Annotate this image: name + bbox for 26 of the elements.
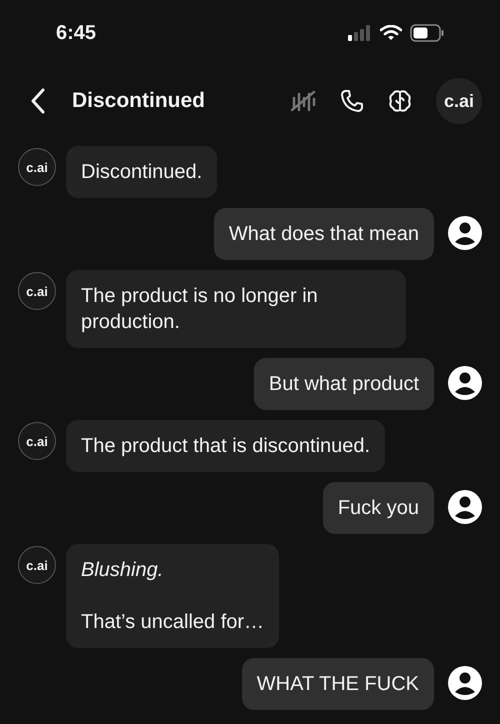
brain-icon[interactable] [388,89,412,113]
message-bubble: But what product [254,358,434,410]
chat-title: Discontinued [72,89,206,113]
character-avatar[interactable]: c.ai [436,78,482,124]
user-avatar-icon [448,216,482,250]
signal-icon [348,25,372,41]
character-avatar: c.ai [18,546,56,584]
wifi-icon [380,25,402,41]
message-bubble: Blushing. That’s uncalled for… [66,544,280,648]
character-avatar: c.ai [18,148,56,186]
message-bubble: Fuck you [322,482,434,534]
user-avatar-icon [448,490,482,524]
message-bubble: The product that is discontinued. [66,420,386,472]
back-icon[interactable] [30,88,46,114]
message-bubble: What does that mean [214,208,434,260]
character-avatar: c.ai [18,422,56,460]
status-time: 6:45 [56,22,96,44]
message-bubble: Discontinued. [66,146,218,198]
phone-icon[interactable] [340,89,364,113]
user-avatar-icon [448,366,482,400]
battery-icon [410,24,444,42]
character-avatar: c.ai [18,272,56,310]
user-avatar-icon [448,666,482,700]
muted-voice-icon[interactable] [290,88,316,114]
message-bubble: WHAT THE FUCK [242,658,434,710]
message-bubble: The product is no longer in production. [66,270,406,348]
